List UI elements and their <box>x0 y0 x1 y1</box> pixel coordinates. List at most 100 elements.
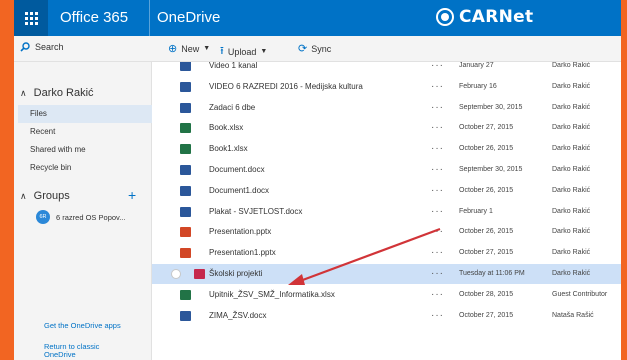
file-row[interactable]: VIDEO 6 RAZREDI 2016 - Medijska kultura ·… <box>152 77 621 97</box>
file-row[interactable]: Presentation.pptx ··· October 26, 2015 Dark… <box>152 222 621 242</box>
chevron-up-icon: ∧ <box>20 191 27 201</box>
file-modified-by: Darko Rakić <box>552 249 591 257</box>
file-row[interactable]: Book1.xlsx ··· October 26, 2015 Darko Rakić <box>152 139 621 159</box>
suite-divider <box>149 0 150 36</box>
file-name[interactable]: Školski projekti <box>209 269 262 278</box>
file-name[interactable]: ZIMA_ŽSV.docx <box>209 311 267 320</box>
more-actions-icon[interactable]: ··· <box>431 268 444 279</box>
upload-icon: ⭱ <box>220 45 224 57</box>
file-modified-by: Darko Rakić <box>552 166 591 173</box>
file-name[interactable]: Video 1 kanal <box>209 62 257 70</box>
group-name: 6 razred OS Popov... <box>56 212 126 222</box>
file-modified-by: Darko Rakić <box>552 228 591 236</box>
file-modified-by: Darko Rakić <box>552 145 591 153</box>
group-item[interactable]: 6R 6 razred OS Popov... <box>36 210 125 224</box>
sync-button[interactable]: ⟳ Sync <box>298 42 331 55</box>
file-modified-date: October 26, 2015 <box>459 145 514 153</box>
more-actions-icon[interactable]: ··· <box>431 185 444 196</box>
carnet-logo-text: CARNet <box>459 7 534 27</box>
file-row[interactable]: Plakat - SVJETLOST.docx ··· February 1 Dark… <box>152 202 621 222</box>
nav-files[interactable]: Files <box>18 105 152 123</box>
chevron-down-icon: ▼ <box>260 48 268 55</box>
file-name[interactable]: Plakat - SVJETLOST.docx <box>209 207 302 216</box>
file-modified-date: September 30, 2015 <box>459 166 523 173</box>
file-modified-by: Darko Rakić <box>552 62 591 69</box>
file-row[interactable]: Book.xlsx ··· October 27, 2015 Darko Rakić <box>152 118 621 138</box>
file-name[interactable]: Upitnik_ŽSV_SMŽ_Informatika.xlsx <box>209 290 335 299</box>
file-name[interactable]: VIDEO 6 RAZREDI 2016 - Medijska kultura <box>209 82 363 91</box>
groups-section-toggle[interactable]: ∧ Groups <box>20 190 70 202</box>
get-onedrive-apps-link[interactable]: Get the OneDrive apps <box>44 322 121 330</box>
file-row[interactable]: Document1.docx ··· October 26, 2015 Darko R… <box>152 181 621 201</box>
file-row[interactable]: Video 1 kanal ··· January 27 Darko Rakić <box>152 62 621 76</box>
word-icon <box>180 165 191 175</box>
powerpoint-icon <box>180 227 191 238</box>
suite-bar: Office 365 OneDrive CARNet <box>14 0 621 36</box>
search-label: Search <box>35 42 64 52</box>
sync-icon: ⟳ <box>298 43 308 55</box>
file-row[interactable]: Zadaci 6 dbe ··· September 30, 2015 Darko R… <box>152 98 621 118</box>
file-modified-date: October 28, 2015 <box>459 290 514 298</box>
row-select-radio[interactable] <box>171 269 181 279</box>
upload-button[interactable]: ⭱ Upload ▼ <box>220 42 267 61</box>
file-modified-date: October 27, 2015 <box>459 124 514 132</box>
powerpoint-icon <box>180 248 191 259</box>
file-name[interactable]: Presentation1.pptx <box>209 248 276 257</box>
file-name[interactable]: Document1.docx <box>209 186 269 195</box>
file-modified-date: October 27, 2015 <box>459 311 514 319</box>
more-actions-icon[interactable]: ··· <box>431 122 444 133</box>
file-modified-by: Darko Rakić <box>552 103 591 111</box>
folder-icon <box>180 62 191 71</box>
more-actions-icon[interactable]: ··· <box>431 206 444 217</box>
user-name: Darko Rakić <box>33 87 94 99</box>
file-row[interactable]: Upitnik_ŽSV_SMŽ_Informatika.xlsx ··· Octob… <box>152 285 621 305</box>
slide-frame-left <box>0 0 14 360</box>
add-group-icon[interactable]: + <box>128 187 136 203</box>
slide-frame-right <box>621 0 627 360</box>
file-modified-by: Darko Rakić <box>552 124 591 132</box>
file-modified-by: Nataša Rašić <box>552 311 594 319</box>
more-actions-icon[interactable]: ··· <box>431 102 444 113</box>
user-section-toggle[interactable]: ∧ Darko Rakić <box>20 87 94 99</box>
file-modified-date: September 30, 2015 <box>459 103 523 111</box>
file-modified-date: October 27, 2015 <box>459 249 514 257</box>
more-actions-icon[interactable]: ··· <box>431 81 444 92</box>
file-row[interactable]: Document.docx ··· September 30, 2015 Darko … <box>152 160 621 180</box>
app-launcher-icon[interactable] <box>14 0 48 36</box>
office365-brand[interactable]: Office 365 <box>60 9 128 26</box>
return-to-classic-link[interactable]: Return to classic OneDrive <box>44 343 99 359</box>
file-row[interactable]: ZIMA_ŽSV.docx ··· October 27, 2015 Nataša R… <box>152 306 621 326</box>
more-actions-icon[interactable]: ··· <box>431 289 444 300</box>
carnet-logo-mark-icon <box>436 8 454 26</box>
file-row[interactable]: Školski projekti ··· Tuesday at 11:06 PM Da… <box>152 264 621 284</box>
more-actions-icon[interactable]: ··· <box>431 62 444 71</box>
onedrive-app-name[interactable]: OneDrive <box>157 9 220 26</box>
nav-recycle-bin[interactable]: Recycle bin <box>18 159 152 177</box>
file-modified-date: February 16 <box>459 82 497 90</box>
chevron-down-icon: ▼ <box>203 45 211 52</box>
file-modified-date: February 1 <box>459 207 493 215</box>
file-name[interactable]: Book1.xlsx <box>209 144 248 153</box>
file-name[interactable]: Document.docx <box>209 165 265 174</box>
more-actions-icon[interactable]: ··· <box>431 226 444 237</box>
search-icon <box>20 42 30 52</box>
nav-shared-with-me[interactable]: Shared with me <box>18 141 152 159</box>
file-name[interactable]: Zadaci 6 dbe <box>209 103 255 112</box>
file-name[interactable]: Presentation.pptx <box>209 227 271 236</box>
search-box[interactable]: Search <box>20 42 64 52</box>
return-link-line2: OneDrive <box>44 350 76 359</box>
left-sidebar: ∧ Darko Rakić Files Recent Shared with m… <box>14 62 152 360</box>
group-avatar: 6R <box>36 210 50 224</box>
more-actions-icon[interactable]: ··· <box>431 247 444 258</box>
file-row[interactable]: Presentation1.pptx ··· October 27, 2015 Dar… <box>152 243 621 263</box>
new-button[interactable]: ⊕ New ▼ <box>168 42 210 55</box>
nav-recent[interactable]: Recent <box>18 123 152 141</box>
file-modified-date: Tuesday at 11:06 PM <box>459 270 525 277</box>
more-actions-icon[interactable]: ··· <box>431 310 444 321</box>
more-actions-icon[interactable]: ··· <box>431 164 444 175</box>
chevron-up-icon: ∧ <box>20 88 27 98</box>
file-name[interactable]: Book.xlsx <box>209 123 243 132</box>
file-modified-by: Darko Rakić <box>552 207 591 215</box>
more-actions-icon[interactable]: ··· <box>431 143 444 154</box>
file-modified-date: October 26, 2015 <box>459 186 514 194</box>
